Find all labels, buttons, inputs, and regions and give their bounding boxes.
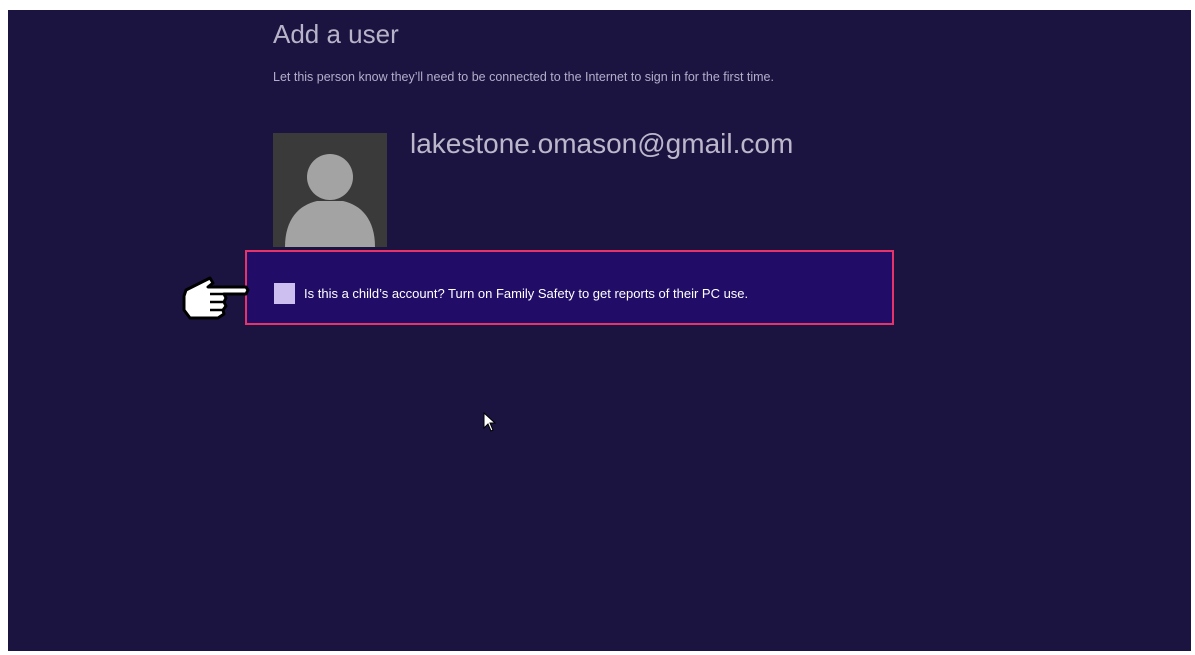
- account-email: lakestone.omason@gmail.com: [410, 128, 794, 159]
- page-subtitle: Let this person know they’ll need to be …: [273, 70, 774, 84]
- mouse-cursor-icon: [483, 411, 497, 437]
- family-safety-checkbox[interactable]: [274, 283, 295, 304]
- user-avatar-icon: [273, 133, 387, 247]
- page-title: Add a user: [273, 19, 399, 49]
- family-safety-label[interactable]: Is this a child’s account? Turn on Famil…: [304, 286, 748, 301]
- pointing-hand-icon: [180, 274, 252, 325]
- family-safety-highlight: Is this a child’s account? Turn on Famil…: [245, 250, 894, 325]
- add-user-screen: Add a user Let this person know they’ll …: [8, 10, 1191, 651]
